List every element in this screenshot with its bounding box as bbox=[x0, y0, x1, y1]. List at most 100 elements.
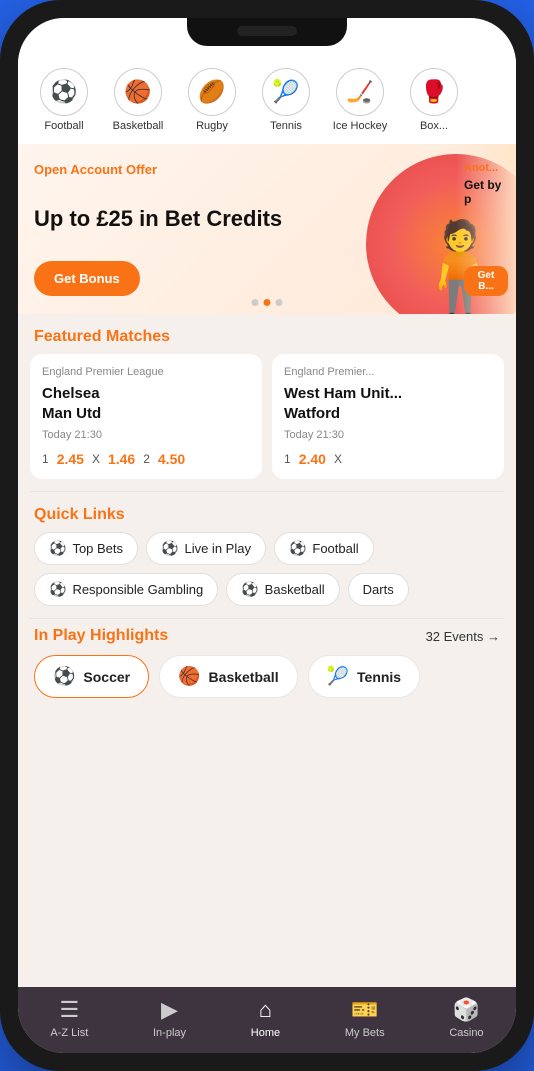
chip-responsible-gambling[interactable]: ⚽ Responsible Gambling bbox=[34, 573, 218, 606]
match2-odds-label-1: 1 bbox=[284, 452, 291, 466]
chip-label-football: Football bbox=[312, 541, 358, 556]
match-1-time: Today 21:30 bbox=[42, 429, 250, 441]
bottom-nav: ☰ A-Z List ▶ In-play ⌂ Home 🎫 My Bets 🎲 bbox=[18, 987, 516, 1053]
chip-darts[interactable]: Darts bbox=[348, 573, 409, 606]
nav-my-bets[interactable]: 🎫 My Bets bbox=[345, 997, 385, 1039]
chip-live-in-play[interactable]: ⚽ Live in Play bbox=[146, 532, 266, 565]
sport-label-boxing: Box... bbox=[420, 120, 448, 132]
casino-icon: 🎲 bbox=[453, 997, 480, 1023]
phone-notch bbox=[187, 18, 347, 46]
chip-icon-football: ⚽ bbox=[289, 540, 306, 557]
nav-home[interactable]: ⌂ Home bbox=[251, 997, 280, 1039]
chip-icon-responsible: ⚽ bbox=[49, 581, 66, 598]
chip-label-top-bets: Top Bets bbox=[72, 541, 123, 556]
hero-next-offer-label: Anot... bbox=[464, 162, 508, 174]
quick-links-title: Quick Links bbox=[18, 492, 516, 532]
odds-label-x: X bbox=[92, 452, 100, 466]
chip-label-responsible: Responsible Gambling bbox=[72, 582, 203, 597]
quick-links-grid: ⚽ Top Bets ⚽ Live in Play ⚽ Football ⚽ bbox=[34, 532, 500, 606]
odds-val-x[interactable]: 1.46 bbox=[108, 451, 135, 467]
hero-dots bbox=[252, 299, 283, 306]
chip-basketball[interactable]: ⚽ Basketball bbox=[226, 573, 339, 606]
match-2-teams: West Ham Unit... Watford bbox=[284, 384, 492, 423]
basketball-pill-icon: 🏀 bbox=[178, 666, 200, 687]
matches-row: England Premier League Chelsea Man Utd T… bbox=[18, 354, 516, 491]
casino-label: Casino bbox=[449, 1027, 483, 1039]
sports-pills: ⚽ Soccer 🏀 Basketball 🎾 Tennis bbox=[18, 655, 516, 714]
home-icon: ⌂ bbox=[259, 997, 272, 1023]
inplay-events-count[interactable]: 32 Events → bbox=[426, 629, 500, 644]
screen-content: ⚽ Football 🏀 Basketball 🏉 Rugby 🎾 Tennis… bbox=[18, 18, 516, 1053]
hero-next-text: Get by p bbox=[464, 178, 508, 206]
az-list-label: A-Z List bbox=[50, 1027, 88, 1039]
sport-item-icehockey[interactable]: 🏒 Ice Hockey bbox=[326, 68, 394, 132]
tennis-pill-icon: 🎾 bbox=[327, 666, 349, 687]
match2-odds-val-1[interactable]: 2.40 bbox=[299, 451, 326, 467]
pill-soccer[interactable]: ⚽ Soccer bbox=[34, 655, 149, 698]
boxing-icon: 🥊 bbox=[410, 68, 458, 116]
featured-section-title: Featured Matches bbox=[18, 314, 516, 354]
football-icon: ⚽ bbox=[40, 68, 88, 116]
odds-label-1: 1 bbox=[42, 452, 49, 466]
basketball-pill-label: Basketball bbox=[209, 669, 279, 685]
my-bets-icon: 🎫 bbox=[351, 997, 378, 1023]
sport-item-rugby[interactable]: 🏉 Rugby bbox=[178, 68, 246, 132]
chip-icon-live: ⚽ bbox=[161, 540, 178, 557]
nav-inplay[interactable]: ▶ In-play bbox=[153, 997, 186, 1039]
inplay-label: In-play bbox=[153, 1027, 186, 1039]
match-1-teams: Chelsea Man Utd bbox=[42, 384, 250, 423]
chip-football[interactable]: ⚽ Football bbox=[274, 532, 374, 565]
sport-label-rugby: Rugby bbox=[196, 120, 228, 132]
sport-label-basketball: Basketball bbox=[113, 120, 164, 132]
match-1-odds: 1 2.45 X 1.46 2 4.50 bbox=[42, 451, 250, 467]
nav-casino[interactable]: 🎲 Casino bbox=[449, 997, 483, 1039]
match-2-time: Today 21:30 bbox=[284, 429, 492, 441]
my-bets-label: My Bets bbox=[345, 1027, 385, 1039]
soccer-pill-label: Soccer bbox=[83, 669, 130, 685]
quick-links-section: ⚽ Top Bets ⚽ Live in Play ⚽ Football ⚽ bbox=[18, 532, 516, 618]
sport-item-tennis[interactable]: 🎾 Tennis bbox=[252, 68, 320, 132]
basketball-icon: 🏀 bbox=[114, 68, 162, 116]
dot-1 bbox=[252, 299, 259, 306]
pill-tennis[interactable]: 🎾 Tennis bbox=[308, 655, 421, 698]
sport-item-boxing[interactable]: 🥊 Box... bbox=[400, 68, 468, 132]
odds-val-2[interactable]: 4.50 bbox=[158, 451, 185, 467]
hero-next-button[interactable]: Get B... bbox=[464, 266, 508, 296]
tennis-pill-label: Tennis bbox=[357, 669, 401, 685]
odds-label-2: 2 bbox=[143, 452, 150, 466]
tennis-icon: 🎾 bbox=[262, 68, 310, 116]
home-label: Home bbox=[251, 1027, 280, 1039]
match-card-2[interactable]: England Premier... West Ham Unit... Watf… bbox=[272, 354, 504, 479]
phone-screen: ⚽ Football 🏀 Basketball 🏉 Rugby 🎾 Tennis… bbox=[18, 18, 516, 1053]
rugby-icon: 🏉 bbox=[188, 68, 236, 116]
match-2-league: England Premier... bbox=[284, 366, 492, 378]
inplay-icon: ▶ bbox=[161, 997, 178, 1023]
get-bonus-button[interactable]: Get Bonus bbox=[34, 261, 140, 296]
chip-label-darts: Darts bbox=[363, 582, 394, 597]
hero-offer-label: Open Account Offer bbox=[34, 162, 500, 177]
icehockey-icon: 🏒 bbox=[336, 68, 384, 116]
match-card-1[interactable]: England Premier League Chelsea Man Utd T… bbox=[30, 354, 262, 479]
sport-label-tennis: Tennis bbox=[270, 120, 302, 132]
phone-frame: ⚽ Football 🏀 Basketball 🏉 Rugby 🎾 Tennis… bbox=[0, 0, 534, 1071]
sport-item-football[interactable]: ⚽ Football bbox=[30, 68, 98, 132]
sport-label-football: Football bbox=[44, 120, 83, 132]
chip-icon-top-bets: ⚽ bbox=[49, 540, 66, 557]
hero-next-peek: Anot... Get by p Get B... bbox=[456, 144, 516, 314]
main-content: Featured Matches England Premier League … bbox=[18, 314, 516, 987]
pill-basketball[interactable]: 🏀 Basketball bbox=[159, 655, 297, 698]
inplay-title: In Play Highlights bbox=[34, 627, 168, 645]
match-2-odds: 1 2.40 X bbox=[284, 451, 492, 467]
sport-label-icehockey: Ice Hockey bbox=[333, 120, 387, 132]
sport-item-basketball[interactable]: 🏀 Basketball bbox=[104, 68, 172, 132]
match-1-league: England Premier League bbox=[42, 366, 250, 378]
chip-top-bets[interactable]: ⚽ Top Bets bbox=[34, 532, 138, 565]
chip-icon-basketball: ⚽ bbox=[241, 581, 258, 598]
chip-label-basketball: Basketball bbox=[265, 582, 325, 597]
odds-val-1[interactable]: 2.45 bbox=[57, 451, 84, 467]
soccer-pill-icon: ⚽ bbox=[53, 666, 75, 687]
inplay-header: In Play Highlights 32 Events → bbox=[18, 619, 516, 655]
dot-2 bbox=[264, 299, 271, 306]
nav-az-list[interactable]: ☰ A-Z List bbox=[50, 997, 88, 1039]
chip-label-live: Live in Play bbox=[184, 541, 250, 556]
